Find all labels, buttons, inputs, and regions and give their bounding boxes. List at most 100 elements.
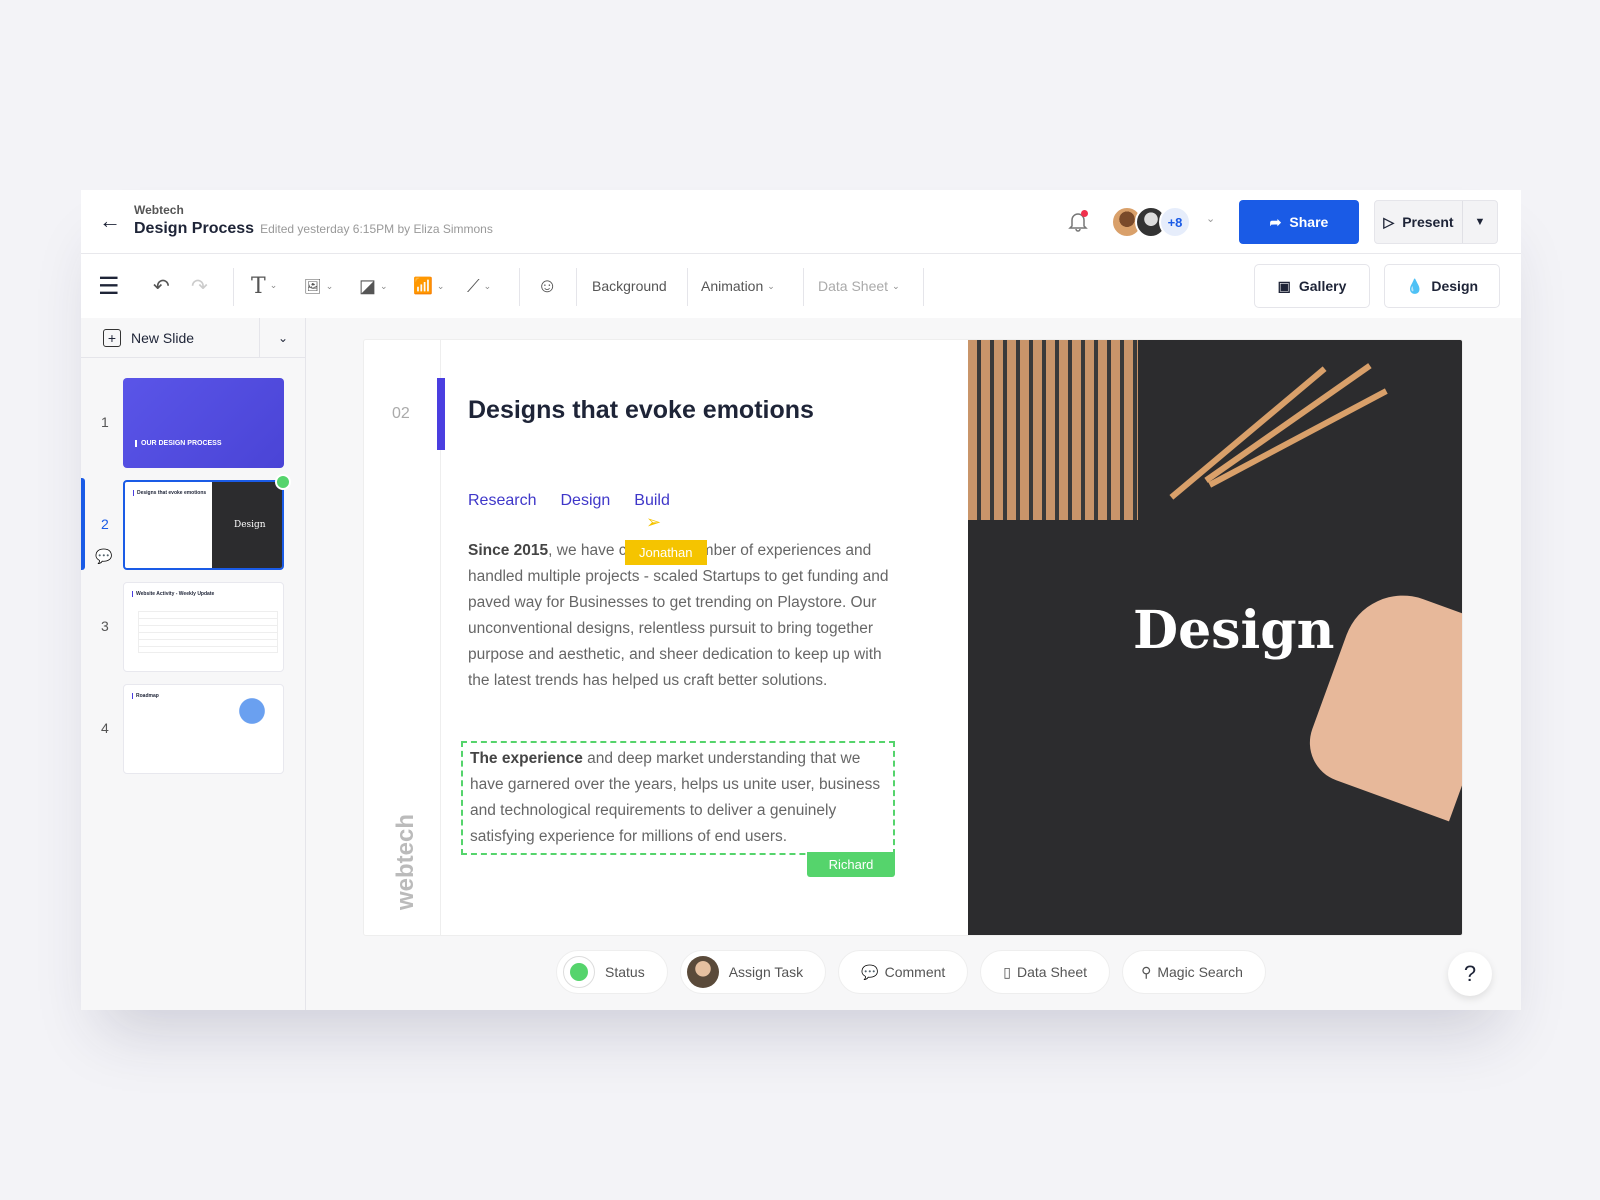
slide-title[interactable]: Designs that evoke emotions xyxy=(468,396,814,425)
image-tool[interactable]: 🖼 ⌄ xyxy=(304,254,333,318)
slide-number: 3 xyxy=(101,618,109,634)
back-arrow-icon[interactable]: ← xyxy=(99,208,121,234)
image-word: Design xyxy=(1133,600,1335,661)
search-icon: ⚲ xyxy=(1141,963,1152,980)
design-button[interactable]: 💧 Design xyxy=(1384,264,1500,308)
edited-info: Edited yesterday 6:15PM by Eliza Simmons xyxy=(260,222,493,236)
assign-task-button[interactable]: Assign Task xyxy=(679,950,827,994)
shape-icon: ◪ xyxy=(359,275,377,296)
present-dropdown[interactable]: ▼ xyxy=(1463,216,1497,228)
chart-icon: 📶 xyxy=(413,278,433,295)
editor-user-tag: Richard xyxy=(807,852,895,877)
app-window: ← Webtech Design Process Edited yesterday… xyxy=(81,190,1521,1010)
animation-label: Animation xyxy=(701,278,764,294)
slide-thumbnail-3[interactable]: 3 Website Activity - Weekly Update xyxy=(81,582,306,674)
data-sheet-button[interactable]: ▯ Data Sheet xyxy=(980,950,1111,994)
chart-tool[interactable]: 📶 ⌄ xyxy=(413,254,444,318)
present-label: Present xyxy=(1402,214,1454,230)
new-slide-button[interactable]: + New Slide ⌄ xyxy=(81,318,306,358)
thumb-title: Website Activity - Weekly Update xyxy=(132,591,214,597)
header: ← Webtech Design Process Edited yesterday… xyxy=(81,190,1521,254)
divider xyxy=(576,268,577,306)
slide[interactable]: 02 Designs that evoke emotions Research … xyxy=(363,339,1463,936)
assign-label: Assign Task xyxy=(728,964,804,980)
magic-search-label: Magic Search xyxy=(1157,964,1243,980)
divider xyxy=(233,268,234,306)
share-icon: ➦ xyxy=(1269,213,1282,230)
slide-thumbnail-1[interactable]: 1 OUR DESIGN PROCESS xyxy=(81,378,306,470)
menu-icon[interactable]: ☰ xyxy=(98,254,120,318)
brand-text: webtech xyxy=(392,813,419,910)
data-sheet-menu[interactable]: Data Sheet ⌄ xyxy=(818,254,900,318)
gallery-button[interactable]: ▣ Gallery xyxy=(1254,264,1370,308)
chevron-down-icon[interactable]: ⌄ xyxy=(1206,212,1215,225)
bottom-bar: Status Assign Task 💬 Comment ▯ Data Sheet … xyxy=(556,950,1266,994)
tab-design[interactable]: Design xyxy=(560,492,610,510)
emoji-icon[interactable]: ☺ xyxy=(537,254,557,318)
slide-image[interactable]: Design xyxy=(968,340,1462,935)
slide-number: 2 xyxy=(101,516,109,532)
brand-logo: webtech xyxy=(386,770,426,910)
divider xyxy=(687,268,688,306)
thumbnail: Designs that evoke emotions Design xyxy=(123,480,284,570)
gallery-label: Gallery xyxy=(1298,278,1347,294)
toolbar: ☰ ↶ ↷ T ⌄ 🖼 ⌄ ◪ ⌄ 📶 ⌄ ⟋ ⌄ ☺ Background Animat… xyxy=(81,254,1521,318)
document-title[interactable]: Design Process Edited yesterday 6:15PM by… xyxy=(134,220,493,238)
slide-thumbnail-4[interactable]: 4 Roadmap xyxy=(81,684,306,776)
comment-icon[interactable]: 💬 xyxy=(95,548,112,565)
status-label: Status xyxy=(605,964,645,980)
divider xyxy=(923,268,924,306)
cursor-user-tag: Jonathan xyxy=(625,540,707,565)
thumbnail: Roadmap xyxy=(123,684,284,774)
slide-tabs: Research Design Build xyxy=(468,492,670,510)
magic-search-button[interactable]: ⚲ Magic Search xyxy=(1122,950,1266,994)
slide-number: 4 xyxy=(101,720,109,736)
status-button[interactable]: Status xyxy=(556,950,668,994)
thumbnail: OUR DESIGN PROCESS xyxy=(123,378,284,468)
paragraph-2-selected[interactable]: The experience and deep market understan… xyxy=(461,741,895,855)
present-button-group: ▷ Present ▼ xyxy=(1374,200,1498,244)
data-sheet-label: Data Sheet xyxy=(1017,964,1088,980)
slide-number: 1 xyxy=(101,414,109,430)
gallery-icon: ▣ xyxy=(1277,277,1291,294)
comment-label: Comment xyxy=(884,964,946,980)
tab-research[interactable]: Research xyxy=(468,492,536,510)
present-button[interactable]: ▷ Present xyxy=(1375,201,1463,243)
status-icon xyxy=(570,963,588,981)
title-text: Design Process xyxy=(134,220,255,237)
thumb-title: Designs that evoke emotions xyxy=(133,490,206,496)
para2-bold: The experience xyxy=(470,750,583,767)
comment-button[interactable]: 💬 Comment xyxy=(838,950,969,994)
thumbnail: Website Activity - Weekly Update xyxy=(123,582,284,672)
rocket-illustration xyxy=(228,691,276,731)
text-icon: T xyxy=(251,273,266,299)
status-dot xyxy=(275,474,291,490)
comment-icon: 💬 xyxy=(861,963,879,980)
animation-menu[interactable]: Animation ⌄ xyxy=(701,254,775,318)
accent-bar xyxy=(437,378,445,450)
image-icon: 🖼 xyxy=(304,277,322,294)
share-button[interactable]: ➦ Share xyxy=(1239,200,1359,244)
para1-bold: Since 2015 xyxy=(468,542,549,559)
undo-icon[interactable]: ↶ xyxy=(153,254,170,318)
text-tool[interactable]: T ⌄ xyxy=(251,254,277,318)
chevron-down-icon[interactable]: ⌄ xyxy=(259,318,306,358)
canvas: 02 Designs that evoke emotions Research … xyxy=(306,318,1521,1010)
background-menu[interactable]: Background xyxy=(592,254,667,318)
line-icon: ⟋ xyxy=(467,275,480,296)
plus-icon: + xyxy=(103,328,121,347)
line-tool[interactable]: ⟋ ⌄ xyxy=(467,254,491,318)
slide-thumbnail-2[interactable]: 2 💬 Designs that evoke emotions Design xyxy=(81,474,306,572)
shape-tool[interactable]: ◪ ⌄ xyxy=(359,254,388,318)
collaborators[interactable]: +8 xyxy=(1111,206,1191,238)
pencil-box xyxy=(968,340,1138,520)
divider xyxy=(519,268,520,306)
help-button[interactable]: ? xyxy=(1448,952,1492,996)
slides-sidebar: + New Slide ⌄ 1 OUR DESIGN PROCESS 2 💬 Des… xyxy=(81,318,306,1010)
design-label: Design xyxy=(1431,278,1479,294)
bell-icon[interactable] xyxy=(1067,210,1089,232)
more-collaborators: +8 xyxy=(1159,206,1191,238)
share-label: Share xyxy=(1289,214,1329,230)
tab-build[interactable]: Build xyxy=(634,492,670,510)
redo-icon[interactable]: ↷ xyxy=(191,254,208,318)
